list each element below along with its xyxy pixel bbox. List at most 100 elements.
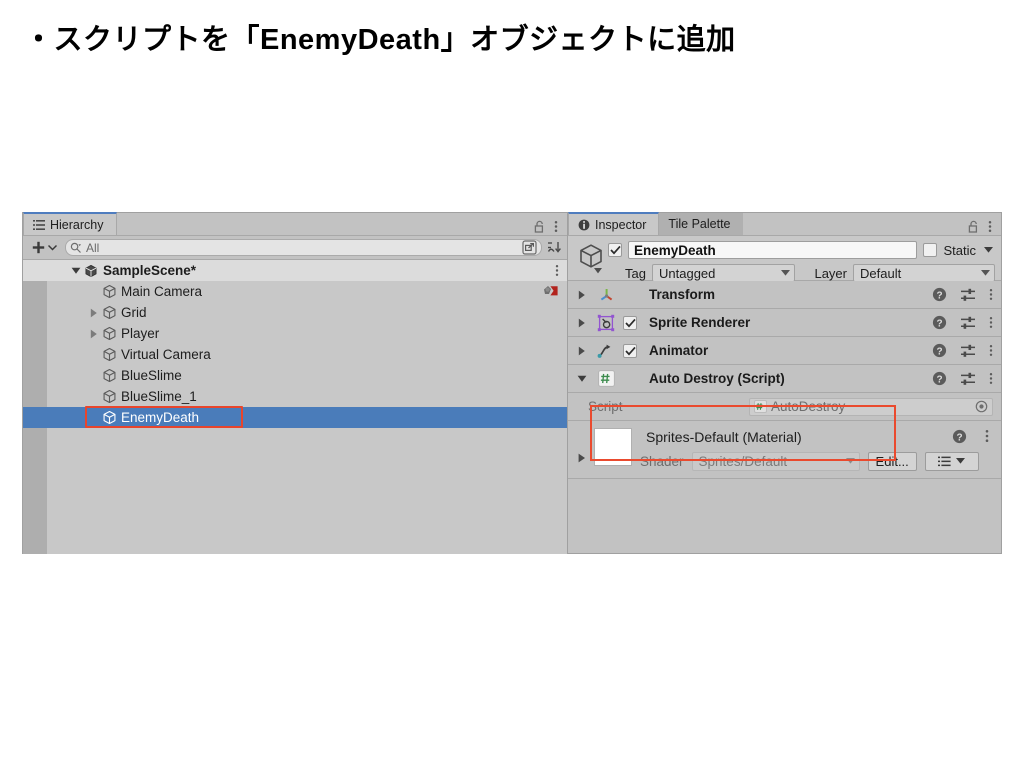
help-circle-icon[interactable]: ?: [932, 287, 947, 302]
component-name: Auto Destroy (Script): [649, 371, 785, 386]
hierarchy-item-enemydeath[interactable]: EnemyDeath: [23, 407, 567, 428]
hierarchy-row-actions: [555, 264, 567, 277]
preset-sliders-icon[interactable]: [960, 316, 976, 330]
tag-dropdown[interactable]: Untagged: [652, 264, 795, 282]
kebab-menu-icon[interactable]: [989, 344, 993, 357]
component-header-transform[interactable]: Transform?: [568, 281, 1001, 309]
sort-alpha-icon[interactable]: [546, 240, 562, 255]
hierarchy-item-player[interactable]: Player: [23, 323, 567, 344]
kebab-menu-icon[interactable]: [989, 372, 993, 385]
create-gameobject-button[interactable]: [28, 241, 61, 254]
gameobject-enabled-checkbox[interactable]: [608, 243, 622, 257]
sprite-renderer-icon: [595, 314, 617, 332]
layer-label: Layer: [814, 265, 847, 281]
material-fold-arrow[interactable]: [578, 453, 586, 463]
fold-arrow-open[interactable]: [574, 375, 589, 383]
hierarchy-item-samplescene[interactable]: SampleScene*: [23, 260, 567, 281]
hierarchy-list-icon: [33, 219, 45, 231]
fold-arrow-closed[interactable]: [87, 308, 100, 318]
gameobject-cube-icon: [100, 389, 118, 404]
gameobject-cube-icon: [100, 347, 118, 362]
chevron-down-icon: [956, 458, 966, 464]
static-dropdown-caret[interactable]: [982, 247, 995, 253]
layer-dropdown[interactable]: Default: [853, 264, 995, 282]
preset-sliders-icon[interactable]: [960, 372, 976, 386]
object-picker-icon[interactable]: [975, 400, 988, 413]
hierarchy-item-virtualcamera[interactable]: Virtual Camera: [23, 344, 567, 365]
list-lines-icon: [938, 456, 951, 467]
shader-value: Sprites/Default: [698, 453, 788, 469]
search-input[interactable]: All: [65, 239, 542, 256]
kebab-menu-icon[interactable]: [989, 288, 993, 301]
component-header-autodestroyscript[interactable]: Auto Destroy (Script)?: [568, 365, 1001, 393]
lock-open-icon[interactable]: [534, 220, 545, 233]
component-actions: ?: [932, 287, 993, 302]
hierarchy-item-blueslime_1[interactable]: BlueSlime_1: [23, 386, 567, 407]
script-object-field[interactable]: AutoDestroy: [749, 397, 993, 416]
component-list: Transform? Sprite Renderer? Animator? Auto …: [568, 281, 1001, 393]
inspector-panel: Inspector Tile Palette EnemyDeath Static…: [568, 212, 1002, 554]
svg-text:?: ?: [956, 432, 962, 443]
script-value: AutoDestroy: [771, 399, 846, 414]
plus-icon: [32, 241, 45, 254]
gameobject-cube-icon: [100, 305, 118, 320]
hierarchy-tree[interactable]: SampleScene* Main Camera Grid Player Virtual…: [23, 260, 567, 554]
kebab-menu-icon[interactable]: [988, 220, 992, 233]
preset-sliders-icon[interactable]: [960, 344, 976, 358]
transform-axis-icon: [595, 286, 617, 303]
gameobject-name-field[interactable]: EnemyDeath: [628, 241, 918, 259]
component-actions: ?: [932, 315, 993, 330]
layer-value: Default: [860, 265, 902, 281]
hierarchy-row-actions: [543, 285, 567, 298]
kebab-menu-icon[interactable]: [985, 429, 989, 443]
shader-edit-button[interactable]: Edit...: [867, 451, 917, 471]
hierarchy-tab-actions: [534, 220, 567, 235]
hierarchy-item-blueslime[interactable]: BlueSlime: [23, 365, 567, 386]
tab-inspector[interactable]: Inspector: [568, 212, 660, 235]
fold-arrow-closed[interactable]: [87, 329, 100, 339]
component-enabled-checkbox[interactable]: [623, 343, 637, 358]
shader-presets-button[interactable]: [924, 451, 979, 471]
fold-arrow-open[interactable]: [69, 267, 82, 275]
gameobject-cube-icon: [100, 284, 118, 299]
fold-arrow-closed[interactable]: [574, 346, 589, 356]
hierarchy-item-label: BlueSlime: [121, 368, 182, 383]
shader-dropdown[interactable]: Sprites/Default: [691, 451, 860, 471]
static-checkbox[interactable]: [923, 243, 938, 257]
object-icon-caret[interactable]: [593, 268, 602, 274]
fold-arrow-closed[interactable]: [574, 318, 589, 328]
component-header-animator[interactable]: Animator?: [568, 337, 1001, 365]
popout-window-icon[interactable]: [522, 240, 537, 255]
component-header-spriterenderer[interactable]: Sprite Renderer?: [568, 309, 1001, 337]
search-icon: [70, 242, 82, 254]
hierarchy-item-label: BlueSlime_1: [121, 389, 197, 404]
component-actions: ?: [932, 371, 993, 386]
lock-open-icon[interactable]: [968, 220, 979, 233]
hierarchy-panel: Hierarchy All SampleScene* Main Camera G…: [22, 212, 568, 554]
preset-sliders-icon[interactable]: [960, 288, 976, 302]
component-enabled-checkbox[interactable]: [623, 315, 637, 330]
help-circle-icon[interactable]: ?: [932, 343, 947, 358]
material-title: Sprites-Default (Material): [646, 429, 802, 445]
inspector-empty-area: [568, 479, 1001, 527]
chevron-down-icon: [845, 458, 855, 464]
script-field-row: Script AutoDestroy: [568, 393, 1001, 421]
material-color-swatch[interactable]: [594, 428, 632, 466]
hierarchy-row-list: SampleScene* Main Camera Grid Player Virtual…: [23, 260, 567, 428]
help-circle-icon[interactable]: ?: [952, 429, 967, 444]
tag-value: Untagged: [659, 265, 716, 281]
page-title: ・スクリプトを「EnemyDeath」オブジェクトに追加: [24, 24, 736, 56]
help-circle-icon[interactable]: ?: [932, 315, 947, 330]
animator-icon: [595, 343, 617, 359]
kebab-menu-icon[interactable]: [989, 316, 993, 329]
hierarchy-item-grid[interactable]: Grid: [23, 302, 567, 323]
tab-tile-palette-label: Tile Palette: [668, 217, 731, 231]
hierarchy-item-maincamera[interactable]: Main Camera: [23, 281, 567, 302]
tab-hierarchy[interactable]: Hierarchy: [23, 212, 117, 235]
gameobject-cube-icon: [100, 326, 118, 341]
tab-tile-palette[interactable]: Tile Palette: [659, 213, 743, 235]
kebab-menu-icon[interactable]: [555, 264, 559, 277]
kebab-menu-icon[interactable]: [554, 220, 558, 233]
fold-arrow-closed[interactable]: [574, 290, 589, 300]
help-circle-icon[interactable]: ?: [932, 371, 947, 386]
